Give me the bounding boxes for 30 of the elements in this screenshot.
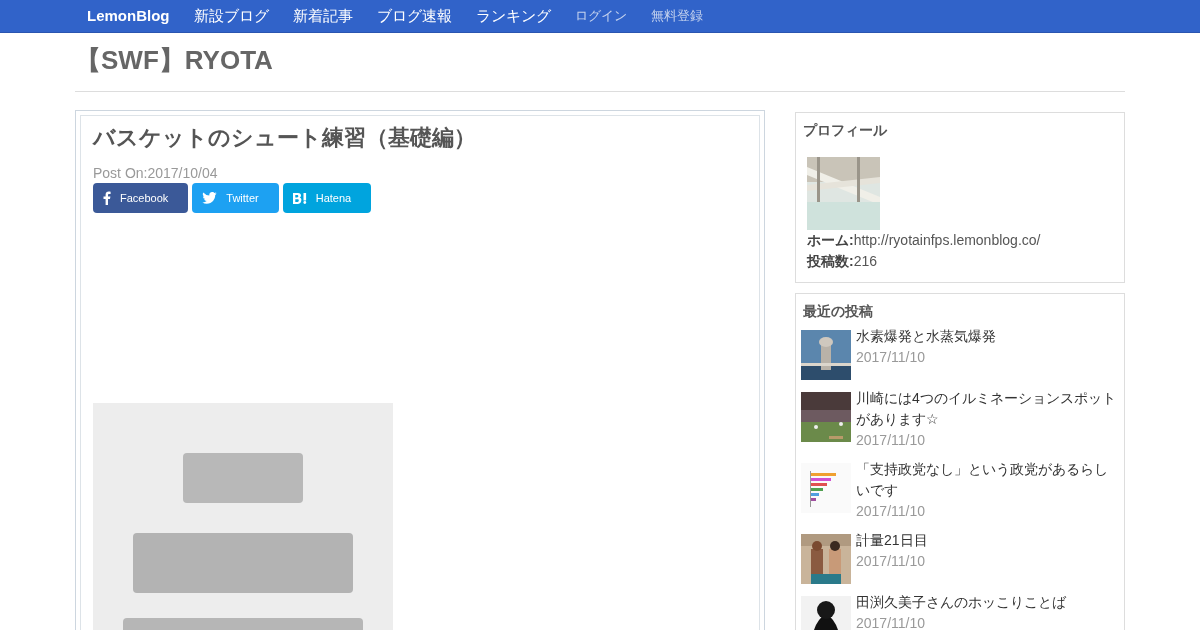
- post-link[interactable]: 川崎には4つのイルミネーションスポットがあります☆: [856, 388, 1117, 430]
- nav-link[interactable]: ログイン: [562, 0, 639, 32]
- share-button[interactable]: Facebook: [93, 183, 189, 213]
- hatena-icon: [292, 192, 307, 204]
- post-date: 2017/11/10: [856, 502, 926, 521]
- bird-icon: [202, 192, 218, 204]
- post-link[interactable]: 計量21日目: [856, 530, 928, 551]
- post-link[interactable]: 「支持政党なし」という政党があるらしいです: [856, 459, 1117, 501]
- nav-link[interactable]: 新設ブログ: [181, 0, 281, 32]
- blog-title: 【SWF】RYOTA: [75, 44, 273, 77]
- share-button[interactable]: Hatena: [282, 183, 372, 213]
- post-date: 2017/11/10: [856, 348, 926, 367]
- nav-link[interactable]: ブログ速報: [364, 0, 464, 32]
- facebook-icon: [103, 191, 111, 205]
- site-logo[interactable]: LemonBlog: [75, 0, 182, 32]
- article-title: バスケットのシュート練習（基礎編）: [93, 124, 476, 152]
- post-date: 2017/11/10: [856, 431, 926, 450]
- profile-field: ホーム:http://ryotainfps.lemonblog.co/: [807, 230, 1041, 251]
- post-link[interactable]: 田渕久美子さんのホッこりことば: [856, 592, 1066, 613]
- nav-link[interactable]: 無料登録: [638, 0, 715, 32]
- post-date: 2017/11/10: [856, 614, 926, 630]
- post-link[interactable]: 水素爆発と水蒸気爆発: [856, 326, 996, 347]
- panel-heading: プロフィール: [803, 121, 887, 139]
- nav-link[interactable]: ランキング: [463, 0, 563, 32]
- profile-field: 投稿数:216: [807, 251, 878, 272]
- nav-link[interactable]: 新着記事: [280, 0, 365, 32]
- panel-heading: 最近の投稿: [803, 302, 873, 320]
- post-date: Post On:2017/10/04: [93, 164, 218, 182]
- post-date: 2017/11/10: [856, 552, 926, 571]
- share-button[interactable]: Twitter: [192, 183, 279, 213]
